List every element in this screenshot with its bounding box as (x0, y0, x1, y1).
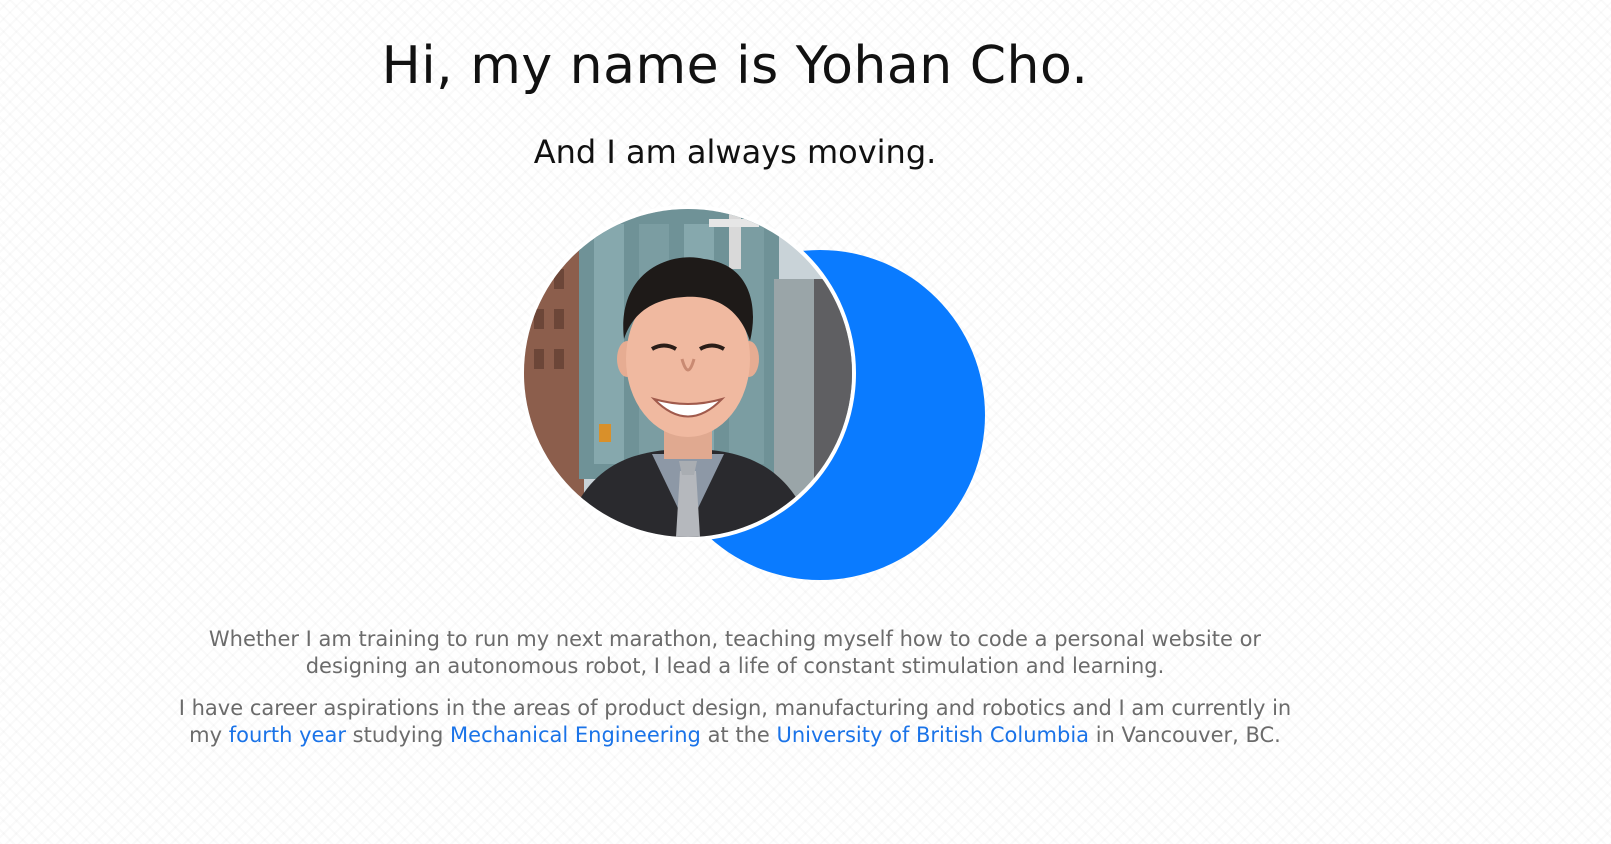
bio-paragraph-1-line-1: Whether I am training to run my next mar… (208, 627, 1262, 651)
page-subtitle: And I am always moving. (533, 133, 937, 171)
portrait-group (520, 205, 985, 590)
fourth-year-link[interactable]: fourth year (229, 723, 346, 747)
bio-text-prefix: my (189, 723, 229, 747)
bio-paragraph-2: I have career aspirations in the areas o… (0, 695, 1470, 749)
bio-text-studying: studying (345, 723, 451, 747)
ubc-link[interactable]: University of British Columbia (776, 723, 1089, 747)
portrait-illustration (524, 209, 852, 537)
mechanical-engineering-link[interactable]: Mechanical Engineering (450, 723, 701, 747)
bio-text-suffix: in Vancouver, BC. (1089, 723, 1281, 747)
bio-paragraph-2-line-1: I have career aspirations in the areas o… (178, 696, 1292, 720)
portrait-photo (520, 205, 856, 541)
bio-text-at: at the (700, 723, 777, 747)
hero-section: Hi, my name is Yohan Cho. And I am alway… (0, 0, 1470, 844)
page-title: Hi, my name is Yohan Cho. (381, 36, 1089, 96)
bio-paragraph-1: Whether I am training to run my next mar… (0, 626, 1470, 680)
bio-paragraph-1-line-2: designing an autonomous robot, I lead a … (305, 654, 1165, 678)
